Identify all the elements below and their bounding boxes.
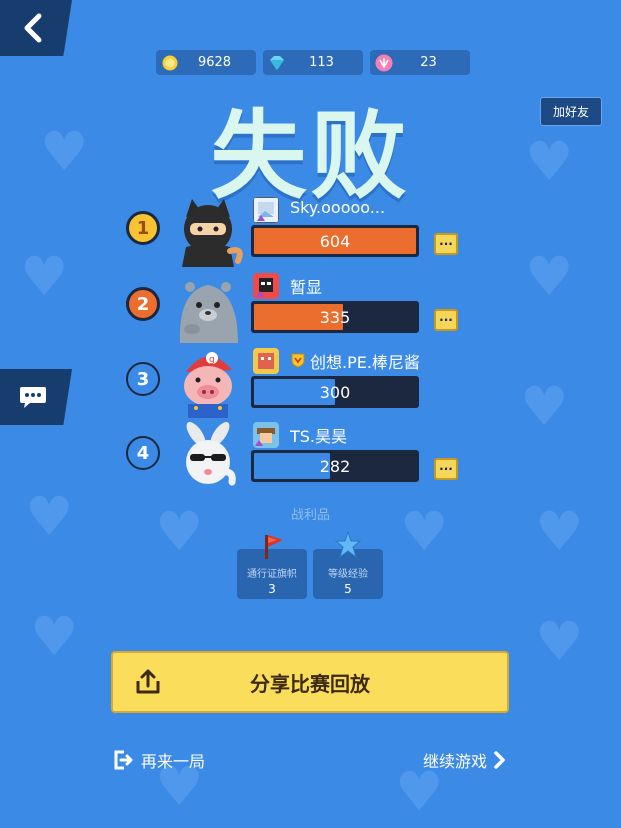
score-bar: 282	[251, 450, 419, 482]
heart-pattern-icon: ♥	[525, 245, 574, 308]
more-options-button[interactable]: ···	[434, 309, 458, 331]
play-again-label: 再来一局	[141, 752, 206, 771]
share-button-label: 分享比赛回放	[250, 671, 370, 696]
exit-icon	[114, 750, 133, 770]
rank-badge: 3	[126, 362, 160, 396]
player-name: 暂显	[290, 278, 323, 297]
currency-value: 23	[420, 55, 437, 70]
chat-button[interactable]	[0, 369, 72, 425]
diamond-icon	[268, 54, 286, 72]
player-mini-avatar	[253, 197, 279, 223]
continue-label: 继续游戏	[423, 752, 488, 771]
player-row: 2 暂显 335 ···	[124, 271, 464, 343]
score-value: 335	[319, 307, 351, 327]
player-row: 3 g 创想.PE.棒尼酱 300	[124, 346, 464, 418]
player-name: TS.昊昊	[290, 427, 348, 446]
player-mini-avatar	[253, 422, 279, 448]
player-mini-avatar	[253, 348, 279, 374]
heart-pattern-icon: ♥	[395, 760, 444, 823]
add-friend-button[interactable]: 加好友	[540, 97, 602, 126]
gold-coin-icon	[161, 54, 179, 72]
loot-item: 通行证旗帜 3	[237, 535, 307, 599]
currency-value: 113	[309, 55, 334, 70]
ninja-dog-avatar	[182, 199, 243, 267]
play-again-button[interactable]: 再来一局	[113, 748, 205, 772]
loot-count: 5	[344, 582, 352, 596]
chevron-left-icon	[24, 13, 42, 43]
score-value: 282	[319, 456, 351, 476]
pig-avatar: g	[184, 352, 232, 418]
rabbit-avatar	[186, 422, 236, 486]
rank-badge: 2	[126, 287, 160, 321]
loot-item: 等级经验 5	[313, 531, 383, 599]
loot-title: 战利品	[290, 508, 330, 523]
guild-shield-icon	[291, 353, 305, 368]
continue-game-button[interactable]: 继续游戏	[423, 748, 505, 772]
rank-badge: 1	[126, 211, 160, 245]
player-mini-avatar	[253, 273, 279, 299]
heart-pattern-icon: ♥	[535, 610, 584, 673]
blue-star-icon	[335, 531, 361, 559]
red-flag-icon	[265, 535, 283, 559]
svg-text:g: g	[209, 355, 215, 365]
score-value: 604	[319, 231, 351, 251]
seal-avatar	[179, 282, 238, 343]
currency-crystal: 23	[370, 50, 470, 75]
more-options-button[interactable]: ···	[434, 458, 458, 480]
currency-gold: 9628	[156, 50, 256, 75]
heart-pattern-icon: ♥	[20, 245, 69, 308]
loot-label: 通行证旗帜	[247, 569, 297, 580]
pink-crystal-icon	[375, 54, 393, 72]
currency-diamond: 113	[263, 50, 363, 75]
player-row: 1 Sky.ooooo... 604 ···	[124, 195, 464, 267]
loot-count: 3	[268, 582, 276, 596]
currency-value: 9628	[197, 55, 232, 70]
currency-bar: 9628 113 23	[156, 50, 470, 75]
loot-label: 等级经验	[328, 569, 368, 580]
share-replay-button[interactable]: 分享比赛回放	[111, 651, 509, 713]
player-row: 4 TS.昊昊 282 ···	[124, 420, 464, 492]
score-bar: 335	[251, 301, 419, 333]
more-options-button[interactable]: ···	[434, 233, 458, 255]
heart-pattern-icon: ♥	[520, 375, 569, 438]
heart-pattern-icon: ♥	[30, 605, 79, 668]
score-bar: 300	[251, 376, 419, 408]
score-bar: 604	[251, 225, 419, 257]
player-name: Sky.ooooo...	[290, 198, 386, 217]
back-button[interactable]	[0, 0, 72, 56]
rank-badge: 4	[126, 436, 160, 470]
speech-bubble-icon	[20, 387, 46, 408]
score-value: 300	[319, 382, 351, 402]
player-name: 创想.PE.棒尼酱	[310, 353, 420, 372]
chevron-right-icon	[494, 751, 505, 769]
